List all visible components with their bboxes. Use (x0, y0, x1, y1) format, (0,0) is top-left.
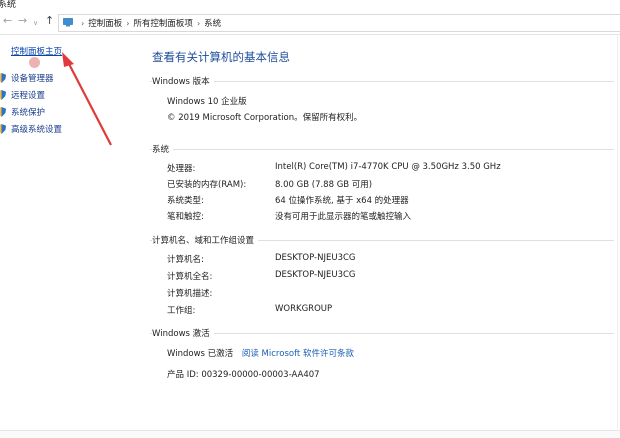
back-arrow-icon[interactable]: ← (3, 15, 12, 27)
forward-arrow-icon[interactable]: → (18, 15, 27, 27)
sidebar-item-label: 系统保护 (11, 108, 46, 118)
section-divider (150, 333, 614, 334)
breadcrumb: › 控制面板 › 所有控制面板项 › 系统 (77, 17, 221, 29)
window-title: 系统 (0, 0, 17, 10)
section-title: 系统 (152, 143, 174, 155)
info-label: 工作组: (167, 306, 196, 316)
mouse-cursor-highlight (29, 57, 40, 68)
info-label: 计算机名: (167, 255, 204, 265)
section-title: Windows 版本 (152, 75, 214, 87)
copyright-text: © 2019 Microsoft Corporation。保留所有权利。 (167, 113, 363, 123)
info-value: DESKTOP-NJEU3CG (275, 253, 356, 263)
info-value: DESKTOP-NJEU3CG (275, 270, 356, 280)
sidebar-item-label: 高级系统设置 (11, 125, 63, 135)
info-value: 没有可用于此显示器的笔或触控输入 (275, 212, 412, 222)
info-label: 笔和触控: (167, 212, 204, 222)
shield-icon (0, 107, 6, 117)
left-task-pane: 控制面板主页 设备管理器 远程设置 系统保护 高级系统设置 (0, 35, 140, 435)
section-system: 系统 (150, 143, 614, 155)
sidebar-item-label: 设备管理器 (11, 74, 54, 84)
breadcrumb-chevron-icon: › (81, 19, 85, 28)
section-divider (150, 149, 614, 150)
windows-edition-name: Windows 10 企业版 (167, 97, 247, 107)
section-title: Windows 激活 (152, 327, 214, 339)
info-value: WORKGROUP (275, 304, 333, 314)
breadcrumb-control-panel[interactable]: 控制面板 (88, 19, 122, 29)
window-edge-divider (617, 34, 618, 430)
info-value: 8.00 GB (7.88 GB 可用) (275, 180, 373, 190)
title-bar: 系统 (0, 0, 620, 10)
info-label: 计算机全名: (167, 272, 213, 282)
info-label: 系统类型: (167, 196, 204, 206)
section-windows-activation: Windows 激活 (150, 327, 614, 339)
activation-status: Windows 已激活 (167, 349, 234, 359)
product-id: 产品 ID: 00329-00000-00003-AA407 (167, 370, 320, 380)
up-arrow-icon[interactable]: ↑ (45, 15, 54, 27)
sidebar-item-label: 远程设置 (11, 91, 46, 101)
activation-line: Windows 已激活 阅读 Microsoft 软件许可条款 (167, 347, 354, 359)
computer-icon (63, 18, 73, 27)
license-terms-link[interactable]: 阅读 Microsoft 软件许可条款 (242, 349, 354, 359)
info-value: Intel(R) Core(TM) i7-4770K CPU @ 3.50GHz… (275, 162, 501, 172)
address-bar[interactable]: › 控制面板 › 所有控制面板项 › 系统 (58, 14, 620, 32)
breadcrumb-system[interactable]: 系统 (204, 19, 221, 29)
info-label: 处理器: (167, 164, 196, 174)
shield-icon (0, 124, 6, 134)
page-title: 查看有关计算机的基本信息 (152, 50, 290, 64)
section-windows-edition: Windows 版本 (150, 75, 614, 87)
info-value: 64 位操作系统, 基于 x64 的处理器 (275, 196, 409, 206)
navigation-bar: ← → ∨ ↑ › 控制面板 › 所有控制面板项 › 系统 (0, 10, 620, 35)
section-computer-name: 计算机名、域和工作组设置 (150, 234, 614, 246)
breadcrumb-all-items[interactable]: 所有控制面板项 (133, 19, 193, 29)
breadcrumb-chevron-icon: › (126, 19, 130, 28)
breadcrumb-chevron-icon: › (196, 19, 201, 28)
shield-icon (0, 90, 6, 100)
section-title: 计算机名、域和工作组设置 (152, 234, 259, 246)
section-divider (150, 81, 614, 82)
recent-dropdown-icon[interactable]: ∨ (33, 17, 38, 29)
info-label: 已安装的内存(RAM): (167, 180, 247, 190)
info-label: 计算机描述: (167, 289, 213, 299)
shield-icon (0, 73, 6, 83)
control-panel-home-link[interactable]: 控制面板主页 (11, 45, 62, 57)
